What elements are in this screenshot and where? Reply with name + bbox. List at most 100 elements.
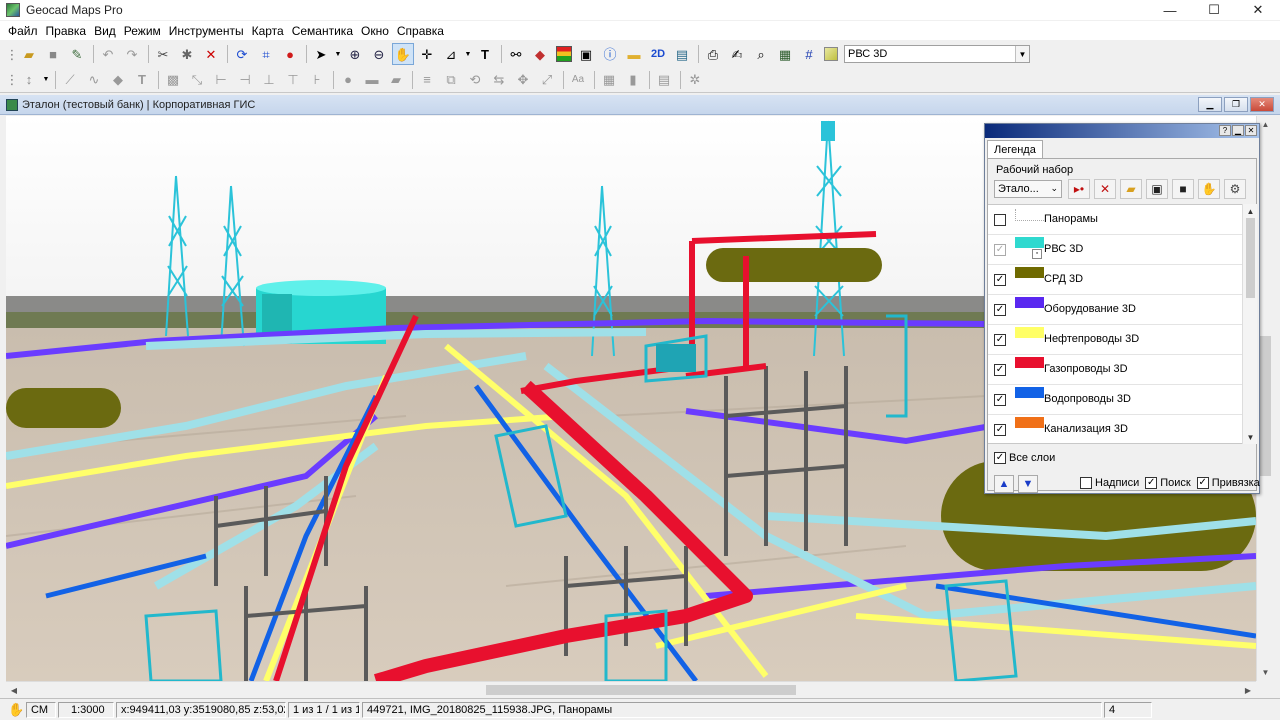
close-button[interactable]: ✕ (1236, 0, 1280, 20)
layer-checkbox[interactable]: ✓ (994, 394, 1006, 406)
list-item[interactable]: ✓ Оборудование 3D (988, 295, 1242, 325)
text-insert-icon[interactable]: T (131, 69, 153, 91)
minimize-button[interactable]: — (1148, 0, 1192, 20)
fill-icon[interactable]: ◆ (107, 69, 129, 91)
scroll-left-icon[interactable]: ◀ (6, 682, 22, 698)
list-item[interactable]: ✓ Водопроводы 3D (988, 385, 1242, 415)
view-2d-button[interactable]: 2D (647, 43, 669, 65)
list-item[interactable]: ✓ Нефтепроводы 3D (988, 325, 1242, 355)
undo-icon[interactable]: ↶ (97, 43, 119, 65)
hand-icon[interactable]: ✋ (1198, 179, 1220, 199)
binoculars-icon[interactable]: ⚯ (505, 43, 527, 65)
layer-checkbox[interactable]: ✓ (994, 424, 1006, 436)
join-icon[interactable]: ⊣ (234, 69, 256, 91)
list-item[interactable]: ✓ ▫ РВС 3D (988, 235, 1242, 265)
move-icon[interactable]: ✥ (512, 69, 534, 91)
center-icon[interactable]: ✛ (416, 43, 438, 65)
circle-icon[interactable]: ● (337, 69, 359, 91)
scroll-thumb[interactable] (486, 685, 796, 695)
legend-icon[interactable] (556, 46, 572, 62)
layer-checkbox[interactable]: ✓ (994, 364, 1006, 376)
list-item[interactable]: ✓ СРД 3D (988, 265, 1242, 295)
scroll-thumb[interactable] (1260, 336, 1271, 476)
menu-window[interactable]: Окно (357, 24, 393, 38)
dropdown-arrow-icon[interactable]: ▼ (42, 69, 50, 91)
layer-style-icon[interactable] (824, 47, 838, 61)
delete-icon[interactable]: ✕ (200, 43, 222, 65)
minimize-icon[interactable]: ▁ (1232, 125, 1244, 136)
settings-icon[interactable]: ⚙ (1224, 179, 1246, 199)
lines-icon[interactable]: ≡ (416, 69, 438, 91)
all-layers-toggle[interactable]: ✓ Все слои (994, 452, 1055, 464)
move-down-button[interactable]: ▼ (1018, 475, 1038, 493)
refresh-icon[interactable]: ⟳ (231, 43, 253, 65)
save-icon[interactable]: ■ (42, 43, 64, 65)
vertical-tool-icon[interactable]: ↕ (18, 69, 40, 91)
frame-icon[interactable]: ⌗ (255, 43, 277, 65)
list-item[interactable]: Панорамы (988, 205, 1242, 235)
table-icon[interactable]: ▤ (653, 69, 675, 91)
move-up-button[interactable]: ▲ (994, 475, 1014, 493)
polyline-icon[interactable]: ⟋ (59, 69, 81, 91)
dropdown-arrow-icon[interactable]: ▼ (334, 43, 342, 65)
menu-help[interactable]: Справка (393, 24, 448, 38)
scroll-up-icon[interactable]: ▲ (1243, 204, 1258, 218)
doc-restore-button[interactable]: ❐ (1224, 97, 1248, 112)
properties-icon[interactable]: ✎ (66, 43, 88, 65)
distribute-icon[interactable]: ⊤ (282, 69, 304, 91)
legend-titlebar[interactable]: ? ▁ ✕ (985, 124, 1259, 138)
scroll-down-icon[interactable]: ▼ (1243, 430, 1258, 444)
search-checkbox[interactable]: ✓ (1145, 477, 1158, 489)
chevron-down-icon[interactable]: ▼ (1015, 46, 1029, 62)
list-item[interactable]: ✓ Газопроводы 3D (988, 355, 1242, 385)
remove-layer-icon[interactable]: ✕ (1094, 179, 1116, 199)
status-scale[interactable]: 1:3000 (58, 701, 114, 718)
map-horizontal-scrollbar[interactable]: ◀ ▶ (6, 681, 1256, 697)
layer-checkbox[interactable]: ✓ (994, 334, 1006, 346)
search-option[interactable]: ✓ Поиск (1145, 477, 1191, 489)
labels-checkbox[interactable] (1080, 477, 1092, 489)
maximize-button[interactable]: ☐ (1192, 0, 1236, 20)
trash-icon[interactable]: ▮ (622, 69, 644, 91)
zoom-in-icon[interactable]: ⊕ (344, 43, 366, 65)
parallelogram-icon[interactable]: ▰ (385, 69, 407, 91)
chevron-down-icon[interactable]: ⌄ (1050, 183, 1058, 194)
layer-checkbox[interactable]: ✓ (994, 304, 1006, 316)
scroll-right-icon[interactable]: ▶ (1240, 682, 1256, 698)
menu-view[interactable]: Вид (90, 24, 120, 38)
open-folder-icon[interactable]: ▰ (1120, 179, 1142, 199)
layer-list-scrollbar[interactable]: ▲ ▼ (1242, 204, 1257, 444)
snap-option[interactable]: ✓ Привязка (1196, 477, 1260, 489)
rect-icon[interactable]: ▩ (162, 69, 184, 91)
extend-icon[interactable]: ⊦ (306, 69, 328, 91)
network-icon[interactable]: ✲ (684, 69, 706, 91)
doc-minimize-button[interactable]: ▁ (1198, 97, 1222, 112)
tab-legend[interactable]: Легенда (987, 140, 1043, 158)
copy-icon[interactable]: ⧉ (440, 69, 462, 91)
workset-select[interactable]: Этало... ⌄ (994, 180, 1062, 198)
rectangle-icon[interactable]: ▬ (361, 69, 383, 91)
zoom-out-icon[interactable]: ⊖ (368, 43, 390, 65)
mirror-icon[interactable]: ⇆ (488, 69, 510, 91)
labels-option[interactable]: Надписи (1080, 477, 1139, 489)
scale-icon[interactable]: ⤢ (536, 69, 558, 91)
status-units[interactable]: СМ (26, 701, 56, 718)
layer-checkbox[interactable]: ✓ (994, 244, 1006, 256)
rotate-icon[interactable]: ⟲ (464, 69, 486, 91)
search-doc-icon[interactable]: ⌕ (750, 43, 772, 65)
dropdown-arrow-icon[interactable]: ▼ (464, 43, 472, 65)
label-icon[interactable]: Aa (567, 69, 589, 91)
pan-hand-icon[interactable]: ✋ (392, 43, 414, 65)
text-tool-icon[interactable]: T (474, 43, 496, 65)
menu-edit[interactable]: Правка (42, 24, 91, 38)
select-arrow-icon[interactable]: ➤ (310, 43, 332, 65)
menu-file[interactable]: Файл (4, 24, 42, 38)
calculator-icon[interactable]: ▦ (774, 43, 796, 65)
layer-checkbox[interactable]: ✓ (994, 274, 1006, 286)
measure-icon[interactable]: ⊿ (440, 43, 462, 65)
active-layer-select[interactable]: РВС 3D ▼ (844, 45, 1030, 63)
grid-icon[interactable]: # (798, 43, 820, 65)
add-layer-icon[interactable]: ▸• (1068, 179, 1090, 199)
save-icon[interactable]: ■ (1172, 179, 1194, 199)
layers-color-icon[interactable]: ◆ (529, 43, 551, 65)
